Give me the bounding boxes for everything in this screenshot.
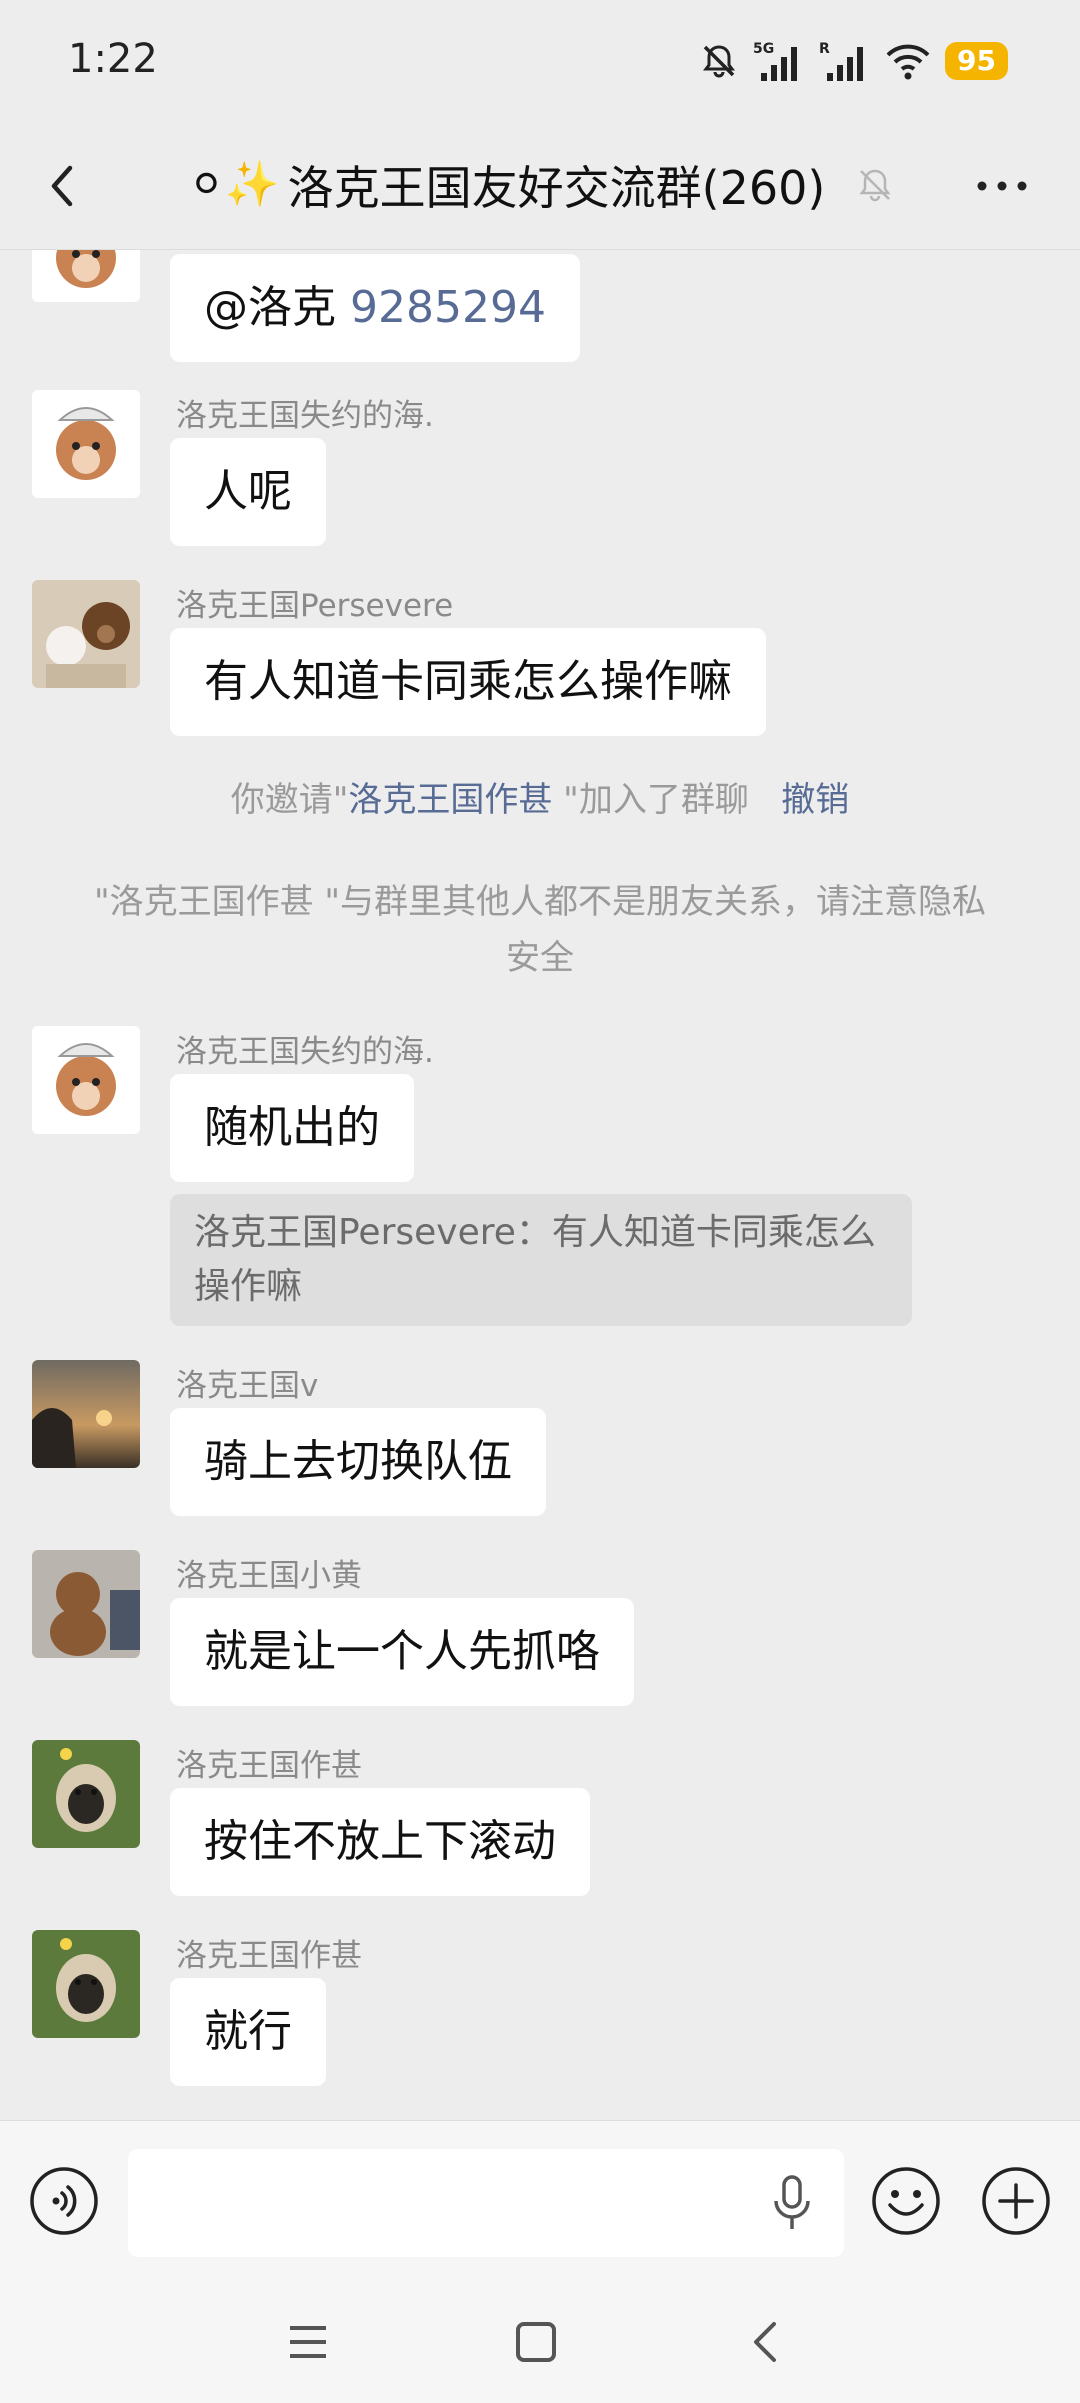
bell-off-icon [859,169,891,202]
menu-icon[interactable] [282,2316,334,2368]
invite-suffix: "加入了群聊 [552,780,749,820]
battery-indicator: 95 [945,42,1008,80]
message-bubble[interactable]: 人呢 [170,438,326,546]
avatar[interactable] [32,1930,140,2038]
sender-name: 洛克王国失约的海. [176,398,434,434]
avatar[interactable] [32,1550,140,1658]
cartoon-bear-avatar-icon [32,1026,140,1134]
chat-header: ⚪✨ 洛克王国友好交流群(260) [0,120,1080,250]
puppy-photo-avatar-icon [32,1930,140,2038]
microphone-icon[interactable] [770,2173,814,2233]
chevron-left-icon[interactable] [34,156,94,216]
status-icons: 5G R 95 [699,36,1008,86]
invite-prefix: 你邀请" [230,780,349,820]
more-dots-icon[interactable] [972,168,1032,204]
chat-message-list[interactable]: @洛克 9285294 洛克王国失约的海. 人呢 洛克王国Persevere 有… [0,250,1080,2120]
mention-text: @洛克 [204,282,336,333]
avatar[interactable] [32,1026,140,1134]
message-bubble[interactable]: 就行 [170,1978,326,2086]
undo-link[interactable]: 撤销 [781,780,849,820]
plush-toys-avatar-icon [32,580,140,688]
message-bubble[interactable]: @洛克 9285294 [170,254,580,362]
sunset-photo-avatar-icon [32,1360,140,1468]
network-r-label: R [819,41,830,57]
avatar[interactable] [32,580,140,688]
emoji-icon[interactable] [870,2165,942,2237]
home-icon[interactable] [510,2316,562,2368]
avatar[interactable] [32,250,140,302]
avatar[interactable] [32,1360,140,1468]
wifi-icon [886,44,930,80]
sender-name: 洛克王国作甚 [176,1748,362,1784]
voice-mode-icon[interactable] [28,2165,100,2237]
message-bubble[interactable]: 按住不放上下滚动 [170,1788,590,1896]
chat-title-area[interactable]: ⚪✨ 洛克王国友好交流群(260) [188,150,897,220]
sender-name: 洛克王国作甚 [176,1938,362,1974]
system-navigation-bar [0,2280,1080,2403]
puppy-photo-avatar-icon [32,1740,140,1848]
cartoon-bear-avatar-icon [32,250,140,302]
chat-title: 洛克王国友好交流群(260) [287,161,826,215]
sender-name: 洛克王国Persevere [176,588,454,624]
cartoon-bear-avatar-icon [32,390,140,498]
message-bubble[interactable]: 有人知道卡同乘怎么操作嘛 [170,628,766,736]
network-5g-label: 5G [753,41,774,57]
title-emoji: ⚪✨ [188,159,280,210]
teddy-bear-avatar-icon [32,1550,140,1658]
back-icon[interactable] [740,2316,792,2368]
avatar[interactable] [32,390,140,498]
invited-user-link[interactable]: 洛克王国作甚 [348,780,552,820]
message-bubble[interactable]: 随机出的 [170,1074,414,1182]
message-text-input[interactable] [128,2149,844,2257]
message-bubble[interactable]: 就是让一个人先抓咯 [170,1598,634,1706]
sender-name: 洛克王国小黄 [176,1558,362,1594]
message-bubble[interactable]: 骑上去切换队伍 [170,1408,546,1516]
system-privacy-notice: "洛克王国作甚 "与群里其他人都不是朋友关系，请注意隐私安全 [93,882,987,978]
plus-icon[interactable] [980,2165,1052,2237]
avatar[interactable] [32,1740,140,1848]
message-input-bar [0,2120,1080,2280]
signal-r-icon: R [819,41,864,81]
sender-name: 洛克王国失约的海. [176,1034,434,1070]
mention-number-link[interactable]: 9285294 [350,282,546,333]
quoted-reply[interactable]: 洛克王国Persevere：有人知道卡同乘怎么操作嘛 [170,1194,912,1326]
status-time: 1:22 [68,36,158,82]
sender-name: 洛克王国v [176,1368,319,1404]
status-bar: 1:22 5G R 95 [0,0,1080,120]
bell-off-icon [703,45,736,78]
signal-5g-icon: 5G [753,41,798,81]
system-invite-notice: 你邀请"洛克王国作甚 "加入了群聊 撤销 [60,772,1020,828]
